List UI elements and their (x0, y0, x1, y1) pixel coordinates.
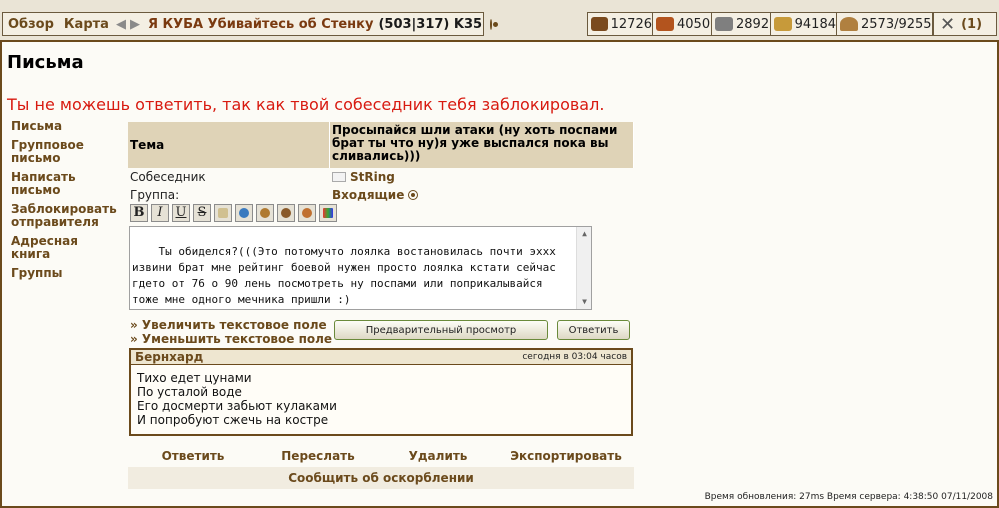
crop-icon (774, 17, 792, 31)
resource-clay: 4050 (652, 12, 712, 36)
top-bar: Обзор Карта ◀ ▶ Я КУБА Убивайтесь об Сте… (0, 0, 999, 40)
reply-textarea[interactable]: Ты обиделся?(((Это потомучто лоялка вост… (129, 226, 592, 310)
menu-item-address-book[interactable]: Адресная книга (11, 235, 121, 261)
textarea-scrollbar[interactable]: ▲ ▼ (576, 227, 591, 309)
menu-item-write[interactable]: Написать письмо (11, 171, 121, 197)
quoted-line: И попробуют сжечь на костре (137, 413, 329, 427)
troops-icon[interactable] (277, 204, 295, 222)
crop-amount: 94184 (794, 16, 836, 32)
population-amount: 2573/9255 (861, 16, 932, 32)
quoted-author[interactable]: Бернхард (135, 350, 203, 364)
envelope-icon (332, 172, 346, 182)
next-village-icon[interactable]: ▶ (128, 17, 142, 32)
scroll-up-icon[interactable]: ▲ (577, 227, 591, 241)
resource-crop: 94184 (770, 12, 837, 36)
village-nav: Обзор Карта ◀ ▶ Я КУБА Убивайтесь об Сте… (2, 12, 499, 36)
resource-population: 2573/9255 (836, 12, 933, 36)
overview-link[interactable]: Обзор (3, 17, 59, 32)
link-icon[interactable] (235, 204, 253, 222)
attacks-count: (1) (961, 16, 983, 32)
strike-button[interactable]: S (193, 204, 211, 222)
menu-item-block-sender[interactable]: Заблокировать отправителя (11, 203, 121, 229)
partner-label: Собеседник (130, 170, 206, 184)
quoted-time: сегодня в 03:04 часов (522, 352, 627, 362)
action-export[interactable]: Экспортировать (498, 449, 634, 463)
shrink-textarea-link[interactable]: » Уменьшить текстовое поле (130, 332, 332, 346)
resize-links: » Увеличить текстовое поле » Уменьшить т… (130, 318, 332, 346)
quoted-line: Его досмерти забьют кулаками (137, 399, 337, 413)
menu-item-group-message[interactable]: Групповое письмо (11, 139, 121, 165)
subject-label: Тема (128, 122, 330, 168)
prev-village-icon[interactable]: ◀ (114, 17, 128, 32)
editor-toolbar: B I U S (130, 204, 337, 222)
page-title: Письма (7, 52, 84, 73)
wood-amount: 12726 (610, 16, 652, 32)
quoted-header: Бернхард сегодня в 03:04 часов (131, 350, 631, 365)
unit-icon[interactable] (256, 204, 274, 222)
bold-button[interactable]: B (130, 204, 148, 222)
reply-text: Ты обиделся?(((Это потомучто лоялка вост… (132, 245, 563, 306)
iron-icon (715, 17, 733, 31)
village-select-icon[interactable] (490, 18, 499, 30)
messages-menu: Письма Групповое письмо Написать письмо … (11, 120, 121, 286)
action-reply[interactable]: Ответить (128, 449, 258, 463)
partner-link[interactable]: StRing (350, 168, 395, 186)
wood-icon (591, 17, 608, 31)
resource-iron: 2892 (711, 12, 771, 36)
enlarge-textarea-link[interactable]: » Увеличить текстовое поле (130, 318, 332, 332)
action-report[interactable]: Сообщить об оскорблении (288, 471, 474, 485)
action-delete[interactable]: Удалить (378, 449, 498, 463)
quoted-message: Бернхард сегодня в 03:04 часов Тихо едет… (129, 348, 633, 436)
iron-amount: 2892 (736, 16, 770, 32)
village-coords: (503|317) K35 (378, 16, 483, 32)
quoted-line: Тихо едет цунами (137, 371, 252, 385)
scroll-down-icon[interactable]: ▼ (577, 295, 591, 309)
quote-icon[interactable] (214, 204, 232, 222)
main-panel: Письма Ты не можешь ответить, так как тв… (0, 40, 999, 508)
menu-item-groups[interactable]: Группы (11, 267, 121, 280)
clay-amount: 4050 (677, 16, 711, 32)
resources-icon[interactable] (298, 204, 316, 222)
message-header-table: Тема Просыпайся шли атаки (ну хоть поспа… (128, 122, 634, 204)
group-dropdown-icon[interactable] (408, 190, 419, 200)
color-palette-icon[interactable] (319, 204, 337, 222)
underline-button[interactable]: U (172, 204, 190, 222)
error-message: Ты не можешь ответить, так как твой собе… (7, 95, 605, 114)
crossed-swords-icon: ✕ (940, 13, 956, 35)
quoted-line: По усталой воде (137, 385, 242, 399)
group-label: Группа: (130, 188, 180, 202)
population-icon (840, 17, 858, 31)
group-select[interactable]: Входящие (330, 186, 404, 204)
preview-button[interactable]: Предварительный просмотр (334, 320, 548, 340)
village-name[interactable]: Я КУБА Убивайтесь об Стенку (142, 17, 374, 32)
action-forward[interactable]: Переслать (258, 449, 378, 463)
subject-value: Просыпайся шли атаки (ну хоть поспами бр… (330, 122, 634, 168)
reply-button[interactable]: Ответить (557, 320, 630, 340)
menu-item-messages[interactable]: Письма (11, 120, 121, 133)
message-actions: Ответить Переслать Удалить Экспортироват… (128, 445, 634, 489)
clay-icon (656, 17, 674, 31)
attacks-indicator[interactable]: ✕ (1) (933, 12, 997, 36)
server-info: Время обновления: 27ms Время сервера: 4:… (704, 492, 993, 502)
resource-wood: 12726 (587, 12, 653, 36)
map-link[interactable]: Карта (59, 17, 114, 32)
quoted-body: Тихо едет цунами По усталой воде Его дос… (131, 365, 631, 427)
italic-button[interactable]: I (151, 204, 169, 222)
